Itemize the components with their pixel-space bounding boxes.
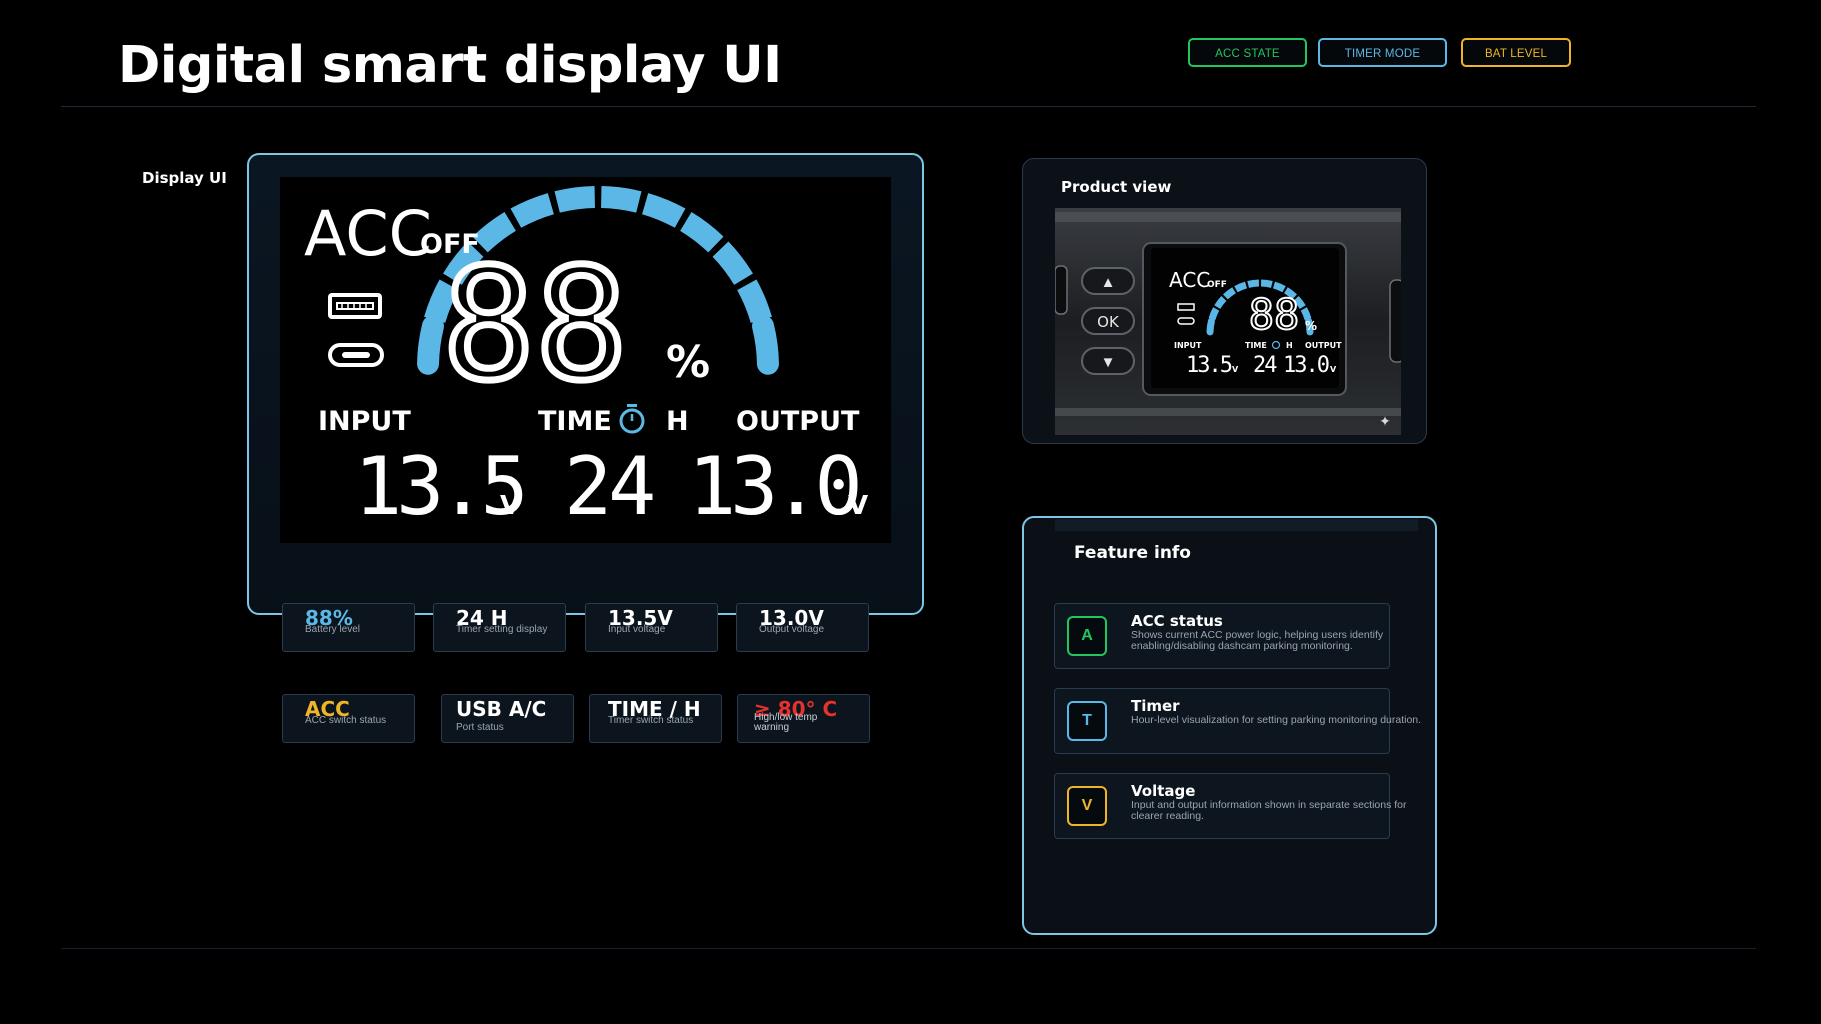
lcd-hour-unit: H xyxy=(666,406,689,437)
feature-title: ACC status xyxy=(1131,612,1223,630)
acc-badge-icon: A xyxy=(1067,616,1107,656)
tile-caption: Port status xyxy=(456,722,504,733)
tile-timer-switch: TIME / H Timer switch status xyxy=(589,694,722,743)
lcd-input-unit: V xyxy=(500,491,520,521)
lcd-output-label: OUTPUT xyxy=(736,406,860,437)
page-title: Digital smart display UI xyxy=(118,36,782,95)
sparkle-icon: ✦ xyxy=(1379,413,1391,429)
tile-caption: Timer setting display xyxy=(456,624,548,635)
feature-item-acc[interactable]: A ACC status Shows current ACC power log… xyxy=(1054,603,1390,669)
mini-input-label: INPUT xyxy=(1174,341,1202,350)
tile-caption: Output voltage xyxy=(759,624,825,635)
mini-off: OFF xyxy=(1207,280,1227,290)
feature-card-topbar xyxy=(1055,519,1418,531)
arc-segment xyxy=(510,193,555,228)
mini-time-value: 24 xyxy=(1253,353,1277,378)
arc-segment xyxy=(1234,281,1248,293)
tile-caption: High/low temp warning xyxy=(754,712,818,733)
arc-segment xyxy=(600,186,642,213)
arc-segment xyxy=(679,212,724,253)
product-up-glyph: ▲ xyxy=(1101,274,1116,291)
usb-a-port-icon xyxy=(328,293,382,319)
tile-value: USB A/C xyxy=(456,697,547,721)
arc-segment xyxy=(641,193,686,228)
feature-item-timer[interactable]: T Timer Hour-level visualization for set… xyxy=(1054,688,1421,754)
tile-timer-setting: 24 H Timer setting display xyxy=(433,603,566,652)
mini-digits: 88 xyxy=(1249,290,1300,339)
lcd-output-value: 13.0 xyxy=(688,440,857,533)
lcd-percent-sign: % xyxy=(666,337,710,388)
product-down-glyph: ▼ xyxy=(1101,354,1116,371)
tile-temp-warning: ≥ 80° C High/low temp warning xyxy=(737,694,870,743)
feature-desc: Shows current ACC power logic, helping u… xyxy=(1131,629,1384,652)
lcd-time-value: 24 xyxy=(564,440,653,533)
arc-segment xyxy=(737,279,772,324)
product-ok-label: OK xyxy=(1097,313,1120,331)
feature-item-voltage[interactable]: V Voltage Input and output information s… xyxy=(1054,773,1407,839)
tile-caption: Input voltage xyxy=(608,624,666,635)
header-divider xyxy=(61,106,1756,107)
lcd-screen: ACC OFF 88 % INPUT TIME H OUTPUT 13.5 V … xyxy=(280,177,891,543)
lcd-graphic: ACC OFF 88 % INPUT TIME H OUTPUT 13.5 V … xyxy=(304,186,868,533)
feature-info-label: Feature info xyxy=(1074,543,1191,563)
feature-title: Voltage xyxy=(1131,782,1196,800)
arc-segment xyxy=(1208,307,1220,321)
arc-segment xyxy=(1247,279,1260,288)
voltage-badge-icon: V xyxy=(1067,786,1107,826)
chip-timer-mode[interactable]: TIMER MODE xyxy=(1318,38,1447,67)
lcd-input-label: INPUT xyxy=(318,406,411,437)
feature-desc: Hour-level visualization for setting par… xyxy=(1131,714,1422,726)
tile-battery-level: 88% Battery level xyxy=(282,603,415,652)
tile-output-voltage: 13.0V Output voltage xyxy=(736,603,869,652)
tile-input-voltage: 13.5V Input voltage xyxy=(585,603,718,652)
arc-segment xyxy=(712,241,753,286)
mini-hour-label: H xyxy=(1286,341,1293,350)
mini-time-label: TIME xyxy=(1245,341,1267,350)
mini-input-value: 13.5 xyxy=(1186,353,1232,378)
chip-bat-level[interactable]: BAT LEVEL xyxy=(1461,38,1571,67)
feature-desc: Input and output information shown in se… xyxy=(1131,799,1407,822)
mini-output-value: 13.0 xyxy=(1283,353,1329,378)
arc-segment xyxy=(752,315,779,375)
arc-segment xyxy=(417,315,444,375)
mini-output-label: OUTPUT xyxy=(1305,341,1342,350)
tile-port-status: USB A/C Port status xyxy=(441,694,574,743)
arc-segment xyxy=(1260,279,1273,288)
mini-percent: % xyxy=(1305,319,1317,333)
usb-c-port-icon xyxy=(328,343,384,367)
tile-caption: Timer switch status xyxy=(608,715,694,726)
product-device-graphic: ▲ OK ▼ ACC OFF 88 % INPUT TIME H OUTPUT … xyxy=(1054,208,1405,435)
arc-segment xyxy=(1206,317,1215,336)
footer-divider xyxy=(61,948,1756,949)
tile-acc-switch: ACC ACC switch status xyxy=(282,694,415,743)
lcd-acc-text: ACC xyxy=(304,197,432,270)
product-image: ▲ OK ▼ ACC OFF 88 % INPUT TIME H OUTPUT … xyxy=(1054,208,1405,435)
tile-caption: Battery level xyxy=(305,624,361,635)
lcd-time-label: TIME xyxy=(538,406,612,437)
arc-segment xyxy=(554,186,596,213)
mini-input-unit: V xyxy=(1232,365,1239,374)
mini-output-unit: V xyxy=(1330,365,1337,374)
arc-segment xyxy=(1300,307,1312,321)
mini-acc: ACC xyxy=(1169,268,1210,292)
lcd-input-value: 13.5 xyxy=(354,440,523,533)
feature-title: Timer xyxy=(1131,697,1180,715)
display-ui-label: Display UI xyxy=(142,169,227,187)
tile-caption: ACC switch status xyxy=(305,715,387,726)
timer-badge-icon: T xyxy=(1067,701,1107,741)
arc-segment xyxy=(1272,281,1286,293)
product-view-label: Product view xyxy=(1061,178,1172,196)
lcd-battery-digits: 88 xyxy=(442,236,627,415)
lcd-output-unit: V xyxy=(848,491,868,521)
chip-acc-state[interactable]: ACC STATE xyxy=(1188,38,1307,67)
